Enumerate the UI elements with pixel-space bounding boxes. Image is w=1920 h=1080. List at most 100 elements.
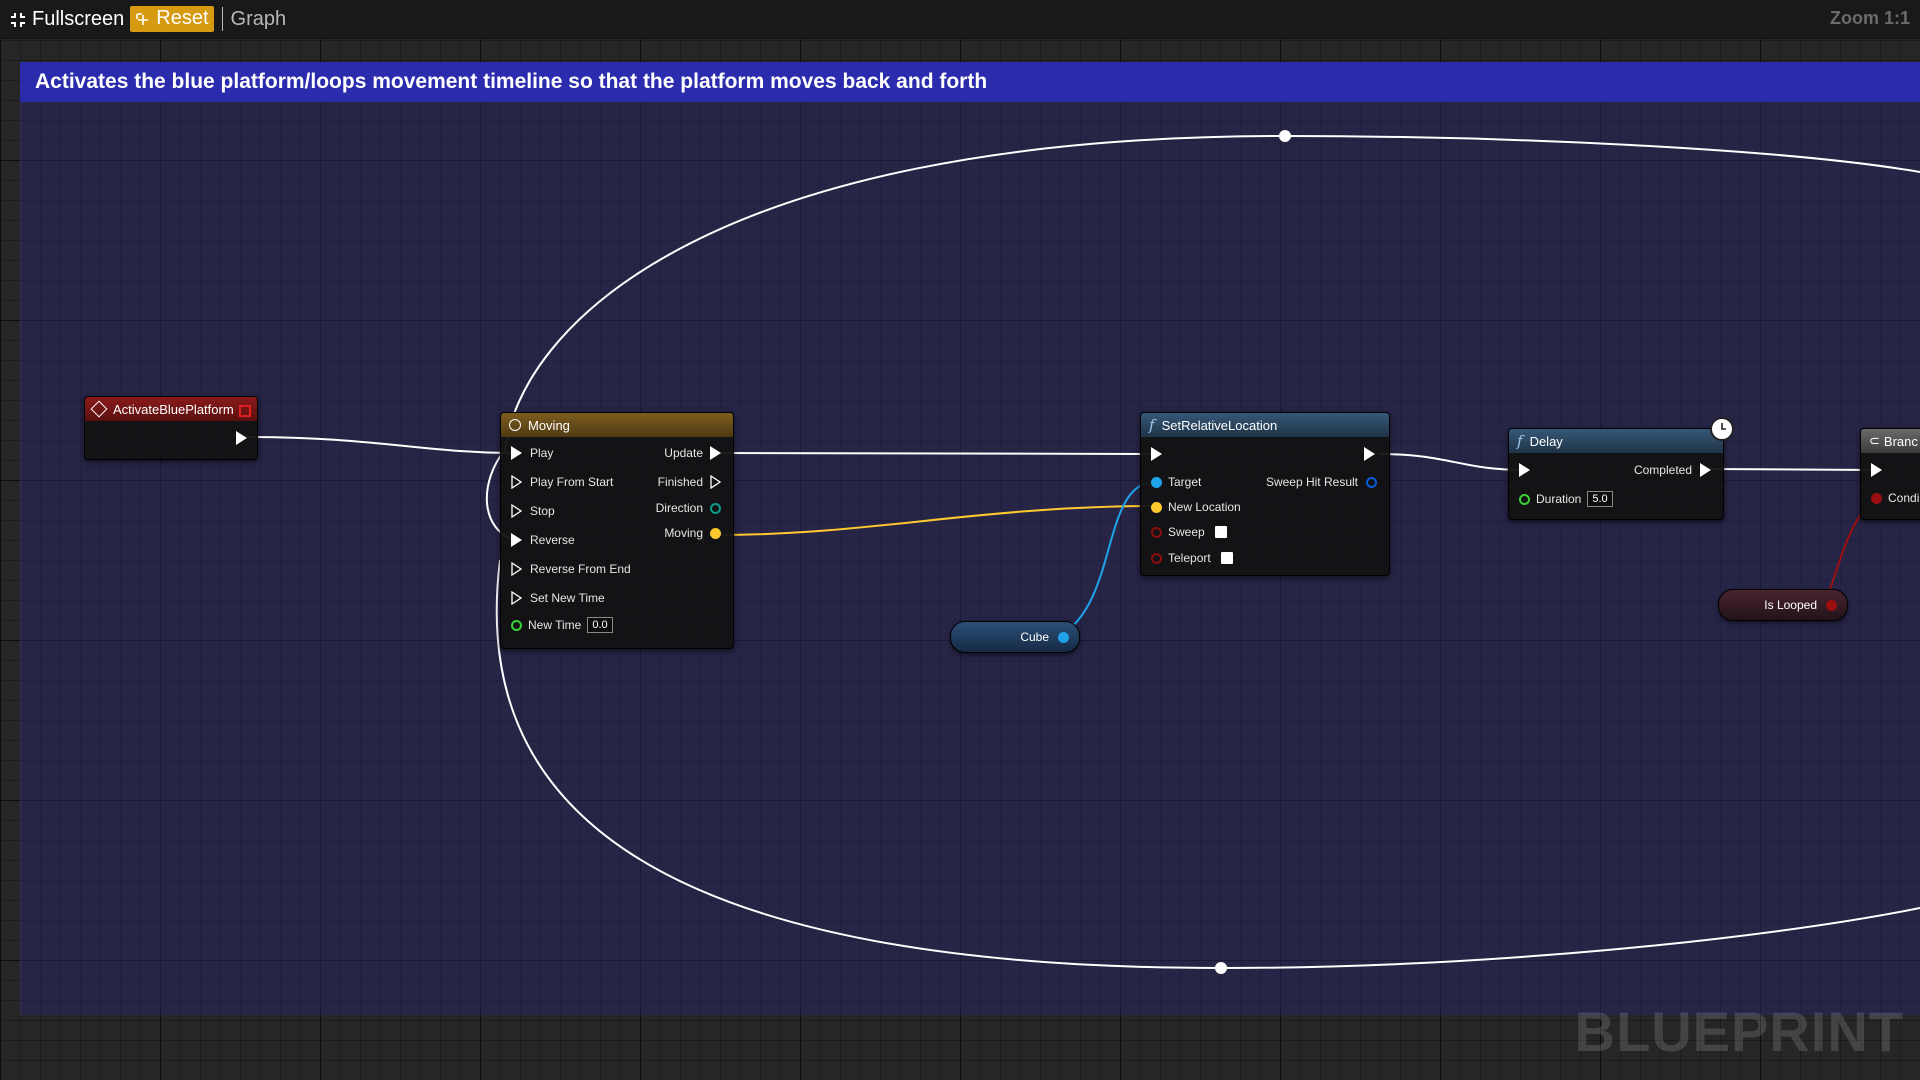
function-node-delay[interactable]: f Delay Completed Duration 5.0 [1508,417,1734,520]
timeline-output-moving[interactable]: Moving [664,526,721,540]
variable-node-cube[interactable]: Cube [950,621,1080,653]
blueprint-watermark: BLUEPRINT [1574,1000,1904,1063]
vector-pin-icon [1151,501,1162,513]
pin-label: Target [1168,475,1202,489]
exec-in-pin-icon [511,562,522,576]
branch-node-header: ⊂ Branc [1861,429,1920,453]
exec-out-pin-icon [1700,463,1711,477]
timeline-node-header: Moving [501,413,733,437]
exec-in-pin-icon [511,533,522,547]
pin-label: Reverse [530,533,575,547]
exec-in-pin-icon [511,591,522,605]
pin-label: Moving [664,526,703,540]
setloc-exec-out[interactable] [1364,447,1375,461]
timeline-input-new-time[interactable]: New Time 0.0 [511,617,613,633]
function-node-set-relative-location[interactable]: f SetRelativeLocation Target New Locatio… [1140,412,1390,576]
timeline-input-set-new-time[interactable]: Set New Time [511,591,605,605]
timeline-output-direction[interactable]: Direction [656,501,721,515]
timeline-node-title: Moving [528,417,570,433]
timeline-output-update[interactable]: Update [664,446,721,460]
delay-node-title: Delay [1529,433,1563,449]
timeline-node-moving[interactable]: Moving Play Play From Start Stop Reverse… [500,412,734,649]
float-pin-icon [1519,493,1530,505]
setloc-node-header: f SetRelativeLocation [1141,413,1389,437]
exec-wire-delay-branch [1707,468,1874,471]
teleport-checkbox[interactable] [1220,552,1233,564]
delay-node-header: f Delay [1509,429,1723,453]
event-exec-out[interactable] [236,431,247,445]
variable-label: Cube [1020,630,1049,644]
pin-label: Set New Time [530,591,605,605]
exec-in-pin-icon [1519,463,1530,477]
event-node-header: ActivateBluePlatform [85,397,257,421]
setloc-output-sweep-hit-result[interactable]: Sweep Hit Result [1266,475,1377,489]
loop-wire [504,134,1920,451]
branch-icon: ⊂ [1869,433,1880,448]
pin-label: Play [530,446,554,460]
delegate-pin-icon[interactable] [239,405,251,417]
timeline-input-stop[interactable]: Stop [511,504,555,518]
reroute-node-top [1279,130,1291,142]
setloc-input-target[interactable]: Target [1151,475,1201,489]
pin-label: New Time [528,618,582,632]
struct-pin-icon [1366,476,1377,488]
bool-pin-icon [1151,526,1162,538]
setloc-input-teleport[interactable]: Teleport [1151,551,1233,565]
setloc-input-new-location[interactable]: New Location [1151,500,1241,514]
timeline-input-reverse-from-end[interactable]: Reverse From End [511,562,631,576]
pin-label: Teleport [1168,551,1211,565]
vector-wire-moving [717,505,1158,536]
setloc-node-title: SetRelativeLocation [1161,417,1278,433]
variable-label: Is Looped [1764,598,1817,612]
pin-label: Finished [657,475,703,489]
event-node-title: ActivateBluePlatform [113,401,234,417]
exec-in-pin-icon [511,504,522,518]
object-pin-icon [1151,476,1162,488]
exec-wire-event-play [242,436,518,454]
setloc-exec-in[interactable] [1151,447,1162,461]
timeline-input-reverse[interactable]: Reverse [511,533,575,547]
wire-layer [242,130,1920,974]
pin-label: Sweep [1168,525,1205,539]
delay-output-completed[interactable]: Completed [1634,463,1711,477]
function-icon: f [1517,432,1523,450]
exec-in-pin-icon [511,475,522,489]
enum-pin-icon [710,502,721,514]
variable-node-is-looped[interactable]: Is Looped [1718,589,1848,621]
branch-exec-in[interactable] [1871,463,1882,477]
exec-out-pin-icon [710,475,721,489]
timeline-input-play[interactable]: Play [511,446,553,460]
pin-label: Reverse From End [530,562,631,576]
new-time-value-field[interactable]: 0.0 [587,617,613,633]
timeline-output-finished[interactable]: Finished [658,475,721,489]
delay-input-duration[interactable]: Duration 5.0 [1519,491,1613,507]
event-node-activate-blue-platform[interactable]: ActivateBluePlatform [84,396,258,460]
exec-wire-setloc-delay [1377,453,1526,471]
branch-node[interactable]: ⊂ Branc Condi [1860,428,1920,520]
function-icon: f [1149,416,1155,434]
setloc-input-sweep[interactable]: Sweep [1151,525,1227,539]
exec-out-pin-icon [236,431,247,445]
exec-in-pin-icon [511,446,522,460]
exec-in-pin-icon [1871,463,1882,477]
pin-label: Update [664,446,703,460]
pin-label: Play From Start [530,475,614,489]
exec-wire-update [717,452,1154,455]
pin-label: Completed [1633,463,1692,477]
duration-value-field[interactable]: 5.0 [1587,491,1613,507]
pin-label: Condi [1888,491,1920,505]
delay-exec-in[interactable] [1519,463,1530,477]
latent-clock-icon [1710,417,1734,441]
vector-pin-icon [710,527,721,539]
reroute-node-bottom [1215,962,1227,974]
sweep-checkbox[interactable] [1214,526,1227,538]
branch-node-title: Branc [1883,433,1918,449]
exec-out-pin-icon [710,446,721,460]
timeline-input-play-from-start[interactable]: Play From Start [511,475,613,489]
object-pin-icon [1058,631,1069,643]
branch-input-condition[interactable]: Condi [1871,491,1919,505]
pin-label: Sweep Hit Result [1265,475,1358,489]
bool-pin-icon [1151,552,1162,564]
float-pin-icon [511,619,522,631]
pin-label: Duration [1536,492,1582,506]
